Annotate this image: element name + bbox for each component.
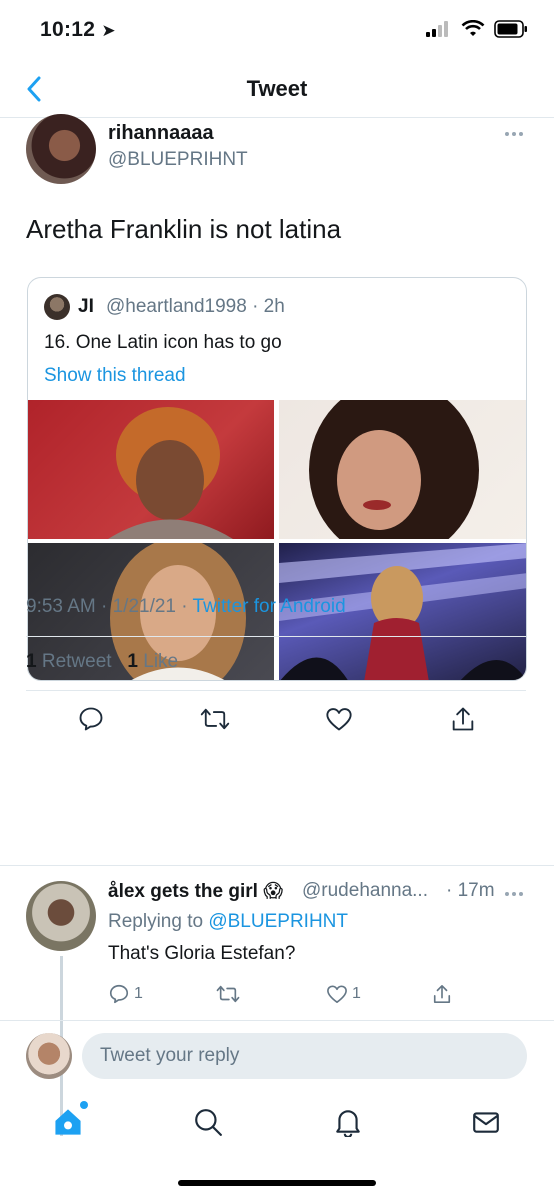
search-icon [195,1109,222,1136]
nav-bar: Tweet [0,62,554,118]
tweet-text: Aretha Franklin is not latina [26,214,342,244]
retweet-icon [200,708,230,730]
reply-button[interactable] [76,704,106,734]
reply-share-button[interactable] [432,980,452,1008]
status-icons [426,20,528,38]
wifi-icon [461,20,485,36]
share-icon [433,985,451,1004]
quoted-image-1[interactable] [28,400,274,539]
reply-retweet-button[interactable] [216,980,240,1008]
tab-messages[interactable] [468,1104,504,1140]
retweet-button[interactable] [200,704,230,734]
my-avatar [26,1033,72,1079]
replying-to: Replying to @BLUEPRIHNT [108,911,348,932]
more-button[interactable] [504,124,524,142]
share-icon [452,707,474,731]
home-indicator[interactable] [178,1180,376,1186]
avatar[interactable] [26,881,96,951]
reply-like-button[interactable]: 1 [326,980,361,1008]
quoted-image-2[interactable] [279,400,526,539]
reply-reply-button[interactable]: 1 [108,980,143,1008]
reply-icon [79,707,103,731]
user-handle[interactable]: @BLUEPRIHNT [108,149,248,171]
retweet-icon [216,985,240,1003]
tab-notifications[interactable] [330,1104,366,1140]
tweet-stats: 1 Retweet 1 Like [26,651,178,673]
signal-icon [426,21,448,37]
more-icon [505,132,523,136]
mention-link[interactable]: @BLUEPRIHNT [208,911,348,932]
reply-time: · 17m [446,880,495,901]
tab-search[interactable] [190,1104,226,1140]
reply-icon [109,984,129,1004]
mail-icon [473,1112,499,1133]
reply-count: 1 [134,985,143,1002]
divider [26,636,526,637]
avatar[interactable] [26,114,96,184]
reply-text: That's Gloria Estefan? [108,943,296,964]
show-thread-link[interactable]: Show this thread [44,365,186,387]
like-button[interactable] [324,704,354,734]
reply-actions: 1 1 [0,980,554,1020]
tweet-actions [0,704,554,746]
likes-stat[interactable]: 1 Like [127,651,178,672]
quoted-handle-time: @heartland1998 · 2h [106,296,285,317]
share-button[interactable] [448,704,478,734]
tweet-metadata: 9:53 AM · 1/21/21 · Twitter for Android [26,596,346,618]
quoted-text: 16. One Latin icon has to go [44,332,282,353]
divider [26,690,526,691]
notification-dot [80,1101,88,1109]
more-button[interactable] [504,884,524,902]
tab-bar [0,1092,554,1162]
page-title: Tweet [246,76,308,101]
quoted-name: JI [78,296,94,317]
portrait-image [309,400,479,539]
heart-icon [327,985,347,1003]
more-icon [505,892,523,896]
bell-icon [336,1110,360,1137]
reply-composer: Tweet your reply [0,1020,554,1092]
status-bar: 10:12 ➤ [0,0,554,62]
heart-icon [326,708,352,731]
home-icon [55,1109,81,1135]
battery-icon [494,20,527,38]
status-time: 10:12 ➤ [40,18,116,41]
like-count: 1 [352,985,361,1002]
tab-home[interactable] [50,1101,88,1140]
retweets-stat[interactable]: 1 Retweet [26,651,112,672]
divider [0,865,554,866]
reply-input[interactable]: Tweet your reply [82,1033,527,1079]
quoted-media-grid [28,400,526,680]
portrait-image [108,407,233,539]
reply-handle[interactable]: @rudehanna... [302,880,428,902]
quoted-avatar [44,294,70,320]
tweet-source-link[interactable]: Twitter for Android [193,596,346,617]
reply-display-name[interactable]: ålex gets the girl 😱 [108,880,283,903]
tweet-timestamp: 9:53 AM · 1/21/21 · [26,596,193,617]
user-display-name[interactable]: rihannaaaa [108,122,214,145]
quoted-tweet[interactable]: JI @heartland1998 · 2h 16. One Latin ico… [27,277,527,681]
